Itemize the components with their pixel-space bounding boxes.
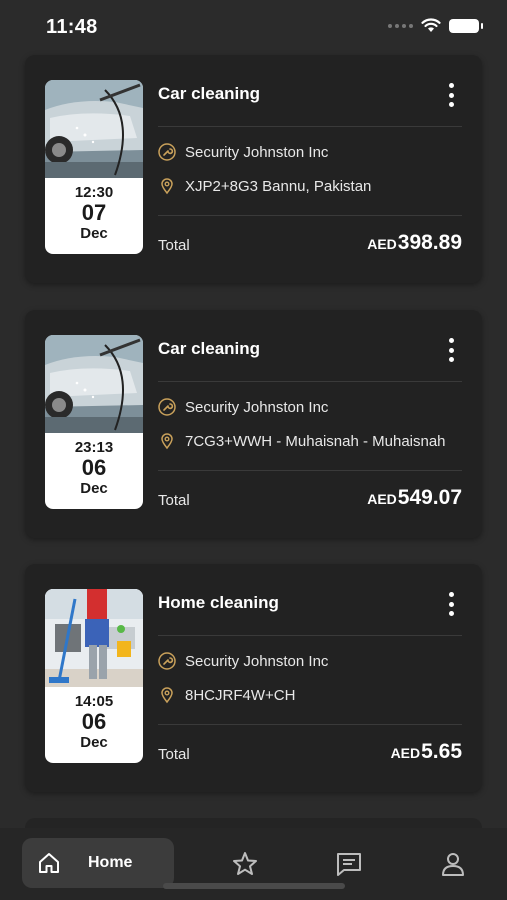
- booking-card[interactable]: 12:30 07 Dec Car cleaning Security Johns…: [25, 55, 482, 283]
- booking-time: 12:30: [74, 184, 114, 201]
- booking-time: 23:13: [74, 439, 114, 456]
- total-amount: AED 549.07: [367, 486, 462, 510]
- booking-card[interactable]: 23:13 06 Dec Car cleaning Security Johns…: [25, 310, 482, 538]
- amount-value: 398.89: [397, 231, 462, 254]
- provider-name: Security Johnston Inc: [185, 652, 329, 670]
- status-bar: 11:48: [0, 0, 507, 54]
- status-icons: [388, 18, 483, 33]
- provider-row: Security Johnston Inc: [158, 652, 462, 670]
- car-wash-image: [45, 335, 143, 433]
- star-icon[interactable]: [231, 850, 259, 878]
- divider: [158, 635, 462, 636]
- booking-thumbnail: 23:13 06 Dec: [45, 335, 143, 509]
- service-title: Home cleaning: [158, 593, 279, 612]
- divider: [158, 724, 462, 725]
- amount-value: 549.07: [397, 486, 462, 509]
- nav-home-label: Home: [88, 854, 133, 871]
- chat-icon[interactable]: [335, 850, 363, 878]
- location-text: 8HCJRF4W+CH: [185, 686, 296, 704]
- provider-row: Security Johnston Inc: [158, 398, 462, 416]
- booking-time: 14:05: [74, 693, 114, 710]
- battery-icon: [449, 18, 483, 33]
- total-label: Total: [158, 746, 190, 763]
- cellular-signal-icon: [388, 23, 413, 28]
- more-options-icon[interactable]: [446, 83, 456, 107]
- booking-day: 06: [81, 709, 107, 734]
- divider: [158, 215, 462, 216]
- total-label: Total: [158, 237, 190, 254]
- service-title: Car cleaning: [158, 84, 261, 103]
- location-row: XJP2+8G3 Bannu, Pakistan: [158, 177, 462, 195]
- location-pin-icon: [161, 433, 173, 450]
- booking-day: 07: [81, 200, 107, 225]
- booking-card[interactable]: 14:05 06 Dec Home cleaning Security John…: [25, 564, 482, 792]
- nav-home-tab[interactable]: Home: [22, 838, 174, 888]
- location-text: XJP2+8G3 Bannu, Pakistan: [185, 177, 372, 195]
- wrench-icon: [158, 398, 176, 416]
- divider: [158, 126, 462, 127]
- booking-date: 12:30 07 Dec: [45, 184, 143, 242]
- currency: AED: [367, 236, 397, 252]
- provider-row: Security Johnston Inc: [158, 143, 462, 161]
- status-time: 11:48: [46, 16, 98, 38]
- divider: [158, 470, 462, 471]
- profile-icon[interactable]: [439, 850, 467, 878]
- amount-value: 5.65: [421, 740, 462, 763]
- wrench-icon: [158, 652, 176, 670]
- booking-month: Dec: [80, 225, 108, 242]
- more-options-icon[interactable]: [446, 592, 456, 616]
- booking-thumbnail: 12:30 07 Dec: [45, 80, 143, 254]
- currency: AED: [367, 491, 397, 507]
- more-options-icon[interactable]: [446, 338, 456, 362]
- location-pin-icon: [161, 178, 173, 195]
- booking-date: 14:05 06 Dec: [45, 693, 143, 751]
- home-icon: [39, 853, 59, 873]
- booking-date: 23:13 06 Dec: [45, 439, 143, 497]
- divider: [158, 381, 462, 382]
- location-row: 8HCJRF4W+CH: [158, 686, 462, 704]
- location-pin-icon: [161, 687, 173, 704]
- booking-thumbnail: 14:05 06 Dec: [45, 589, 143, 763]
- home-cleaning-image: [45, 589, 143, 687]
- booking-month: Dec: [80, 480, 108, 497]
- wrench-icon: [158, 143, 176, 161]
- total-amount: AED 398.89: [367, 231, 462, 255]
- currency: AED: [390, 745, 421, 761]
- location-text: 7CG3+WWH - Muhaisnah - Muhaisnah: [185, 432, 446, 450]
- service-title: Car cleaning: [158, 339, 261, 358]
- location-row: 7CG3+WWH - Muhaisnah - Muhaisnah: [158, 432, 462, 450]
- total-amount: AED 5.65: [391, 740, 462, 764]
- car-wash-image: [45, 80, 143, 178]
- home-indicator: [163, 883, 345, 889]
- provider-name: Security Johnston Inc: [185, 143, 329, 161]
- total-label: Total: [158, 492, 190, 509]
- booking-month: Dec: [80, 734, 108, 751]
- bottom-nav: Home: [0, 828, 507, 900]
- booking-day: 06: [81, 455, 107, 480]
- wifi-icon: [421, 18, 441, 32]
- provider-name: Security Johnston Inc: [185, 398, 329, 416]
